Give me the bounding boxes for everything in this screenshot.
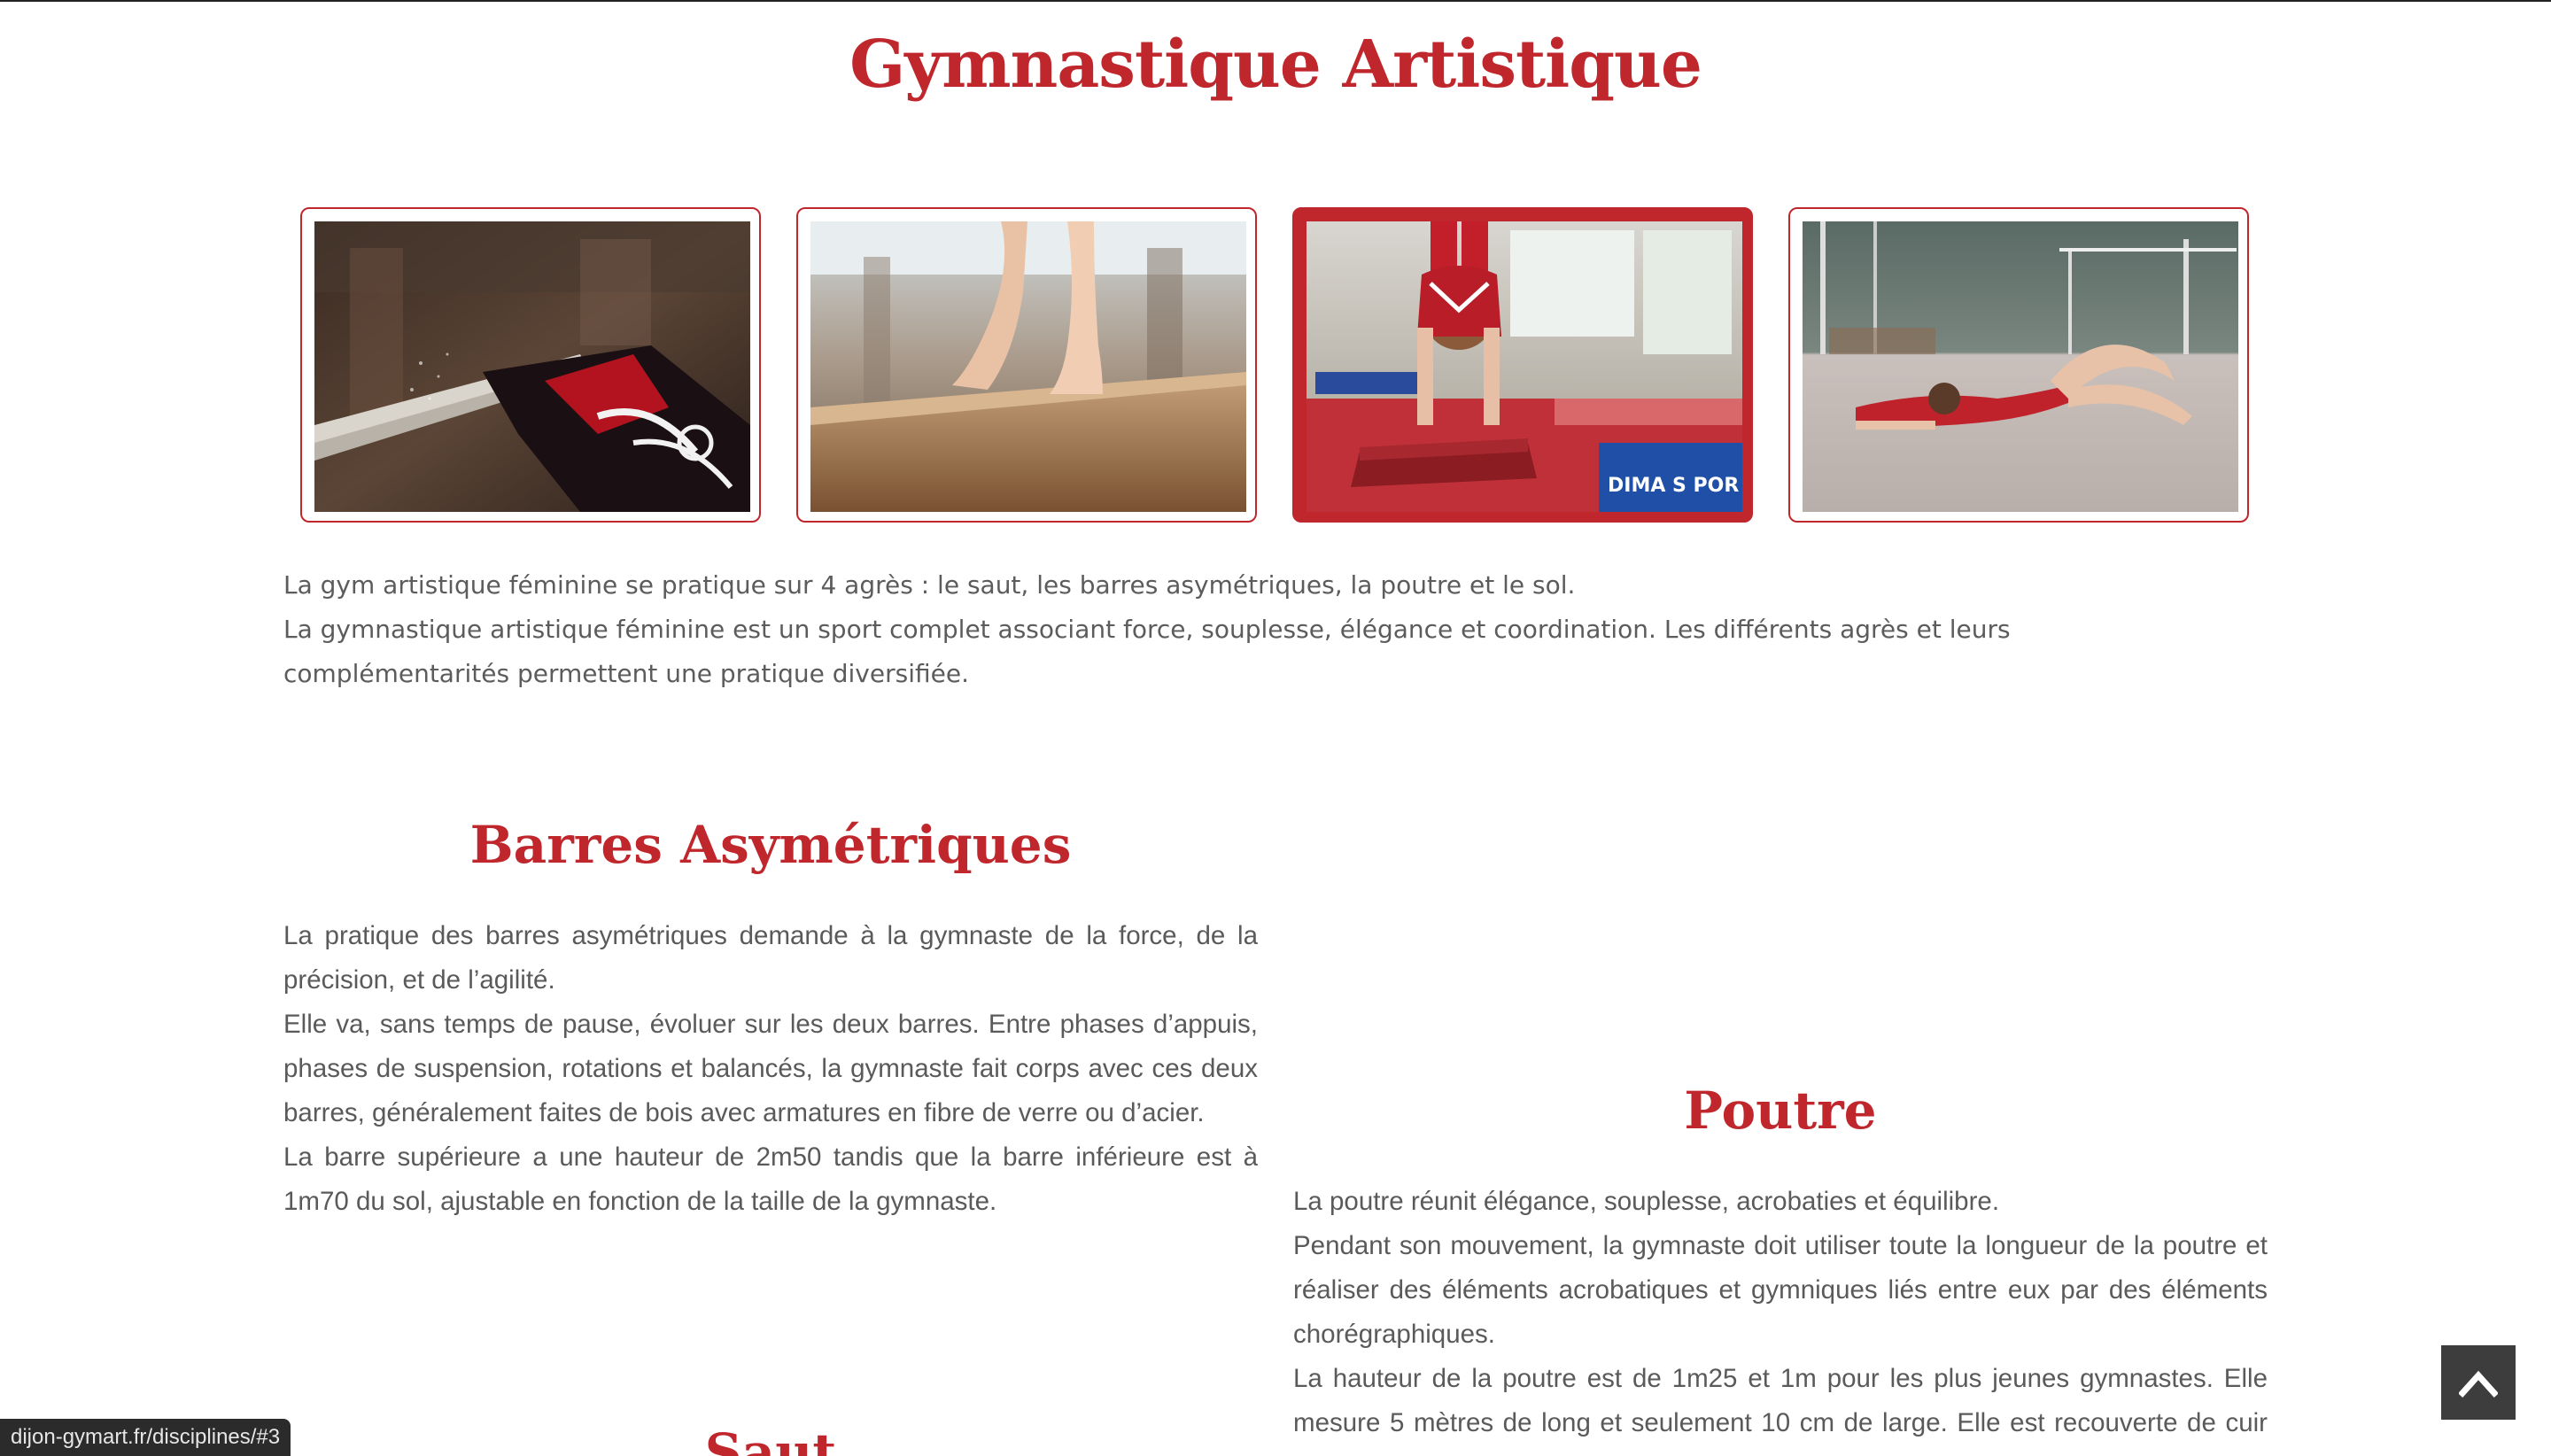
photo-poutre-image: [810, 221, 1246, 512]
barres-paragraph-2: Elle va, sans temps de pause, évoluer su…: [283, 1010, 1258, 1127]
page-title: Gymnastique Artistique: [849, 27, 1702, 103]
barres-paragraph-3: La barre supérieure a une hauteur de 2m5…: [283, 1142, 1258, 1216]
intro-line-1: La gym artistique féminine se pratique s…: [283, 570, 1576, 600]
photo-barres-image: [314, 221, 750, 512]
intro-text: La gym artistique féminine se pratique s…: [283, 563, 2161, 696]
photo-card-poutre[interactable]: [796, 207, 1257, 523]
scroll-to-top-button[interactable]: [2441, 1345, 2516, 1420]
photo-sol-image: [1803, 221, 2238, 512]
barres-heading: Barres Asymétriques: [469, 815, 1072, 875]
poutre-paragraph-2: Pendant son mouvement, la gymnaste doit …: [1293, 1231, 2268, 1349]
photo-saut-image: DIMA S POR: [1307, 221, 1742, 512]
status-bar-url: dijon-gymart.fr/disciplines/#3: [0, 1419, 291, 1456]
intro-line-2: La gymnastique artistique féminine est u…: [283, 615, 2011, 688]
poutre-paragraph-3: La hauteur de la poutre est de 1m25 et 1…: [1293, 1364, 2268, 1456]
barres-text: La pratique des barres asymétriques dema…: [283, 914, 1258, 1224]
photo-card-sol[interactable]: [1788, 207, 2249, 523]
photo-card-saut[interactable]: DIMA S POR: [1292, 207, 1753, 523]
top-border: [0, 0, 2551, 2]
barres-paragraph-1: La pratique des barres asymétriques dema…: [283, 921, 1258, 995]
photo-card-barres[interactable]: [300, 207, 761, 523]
poutre-paragraph-1: La poutre réunit élégance, souplesse, ac…: [1293, 1187, 2000, 1216]
poutre-text: La poutre réunit élégance, souplesse, ac…: [1293, 1180, 2268, 1456]
chevron-up-icon: [2459, 1370, 2498, 1398]
saut-heading: Saut: [704, 1422, 837, 1456]
photo-gallery: DIMA S POR: [300, 207, 2250, 523]
svg-text:DIMA S POR: DIMA S POR: [1608, 475, 1739, 497]
poutre-heading: Poutre: [1684, 1080, 1877, 1141]
